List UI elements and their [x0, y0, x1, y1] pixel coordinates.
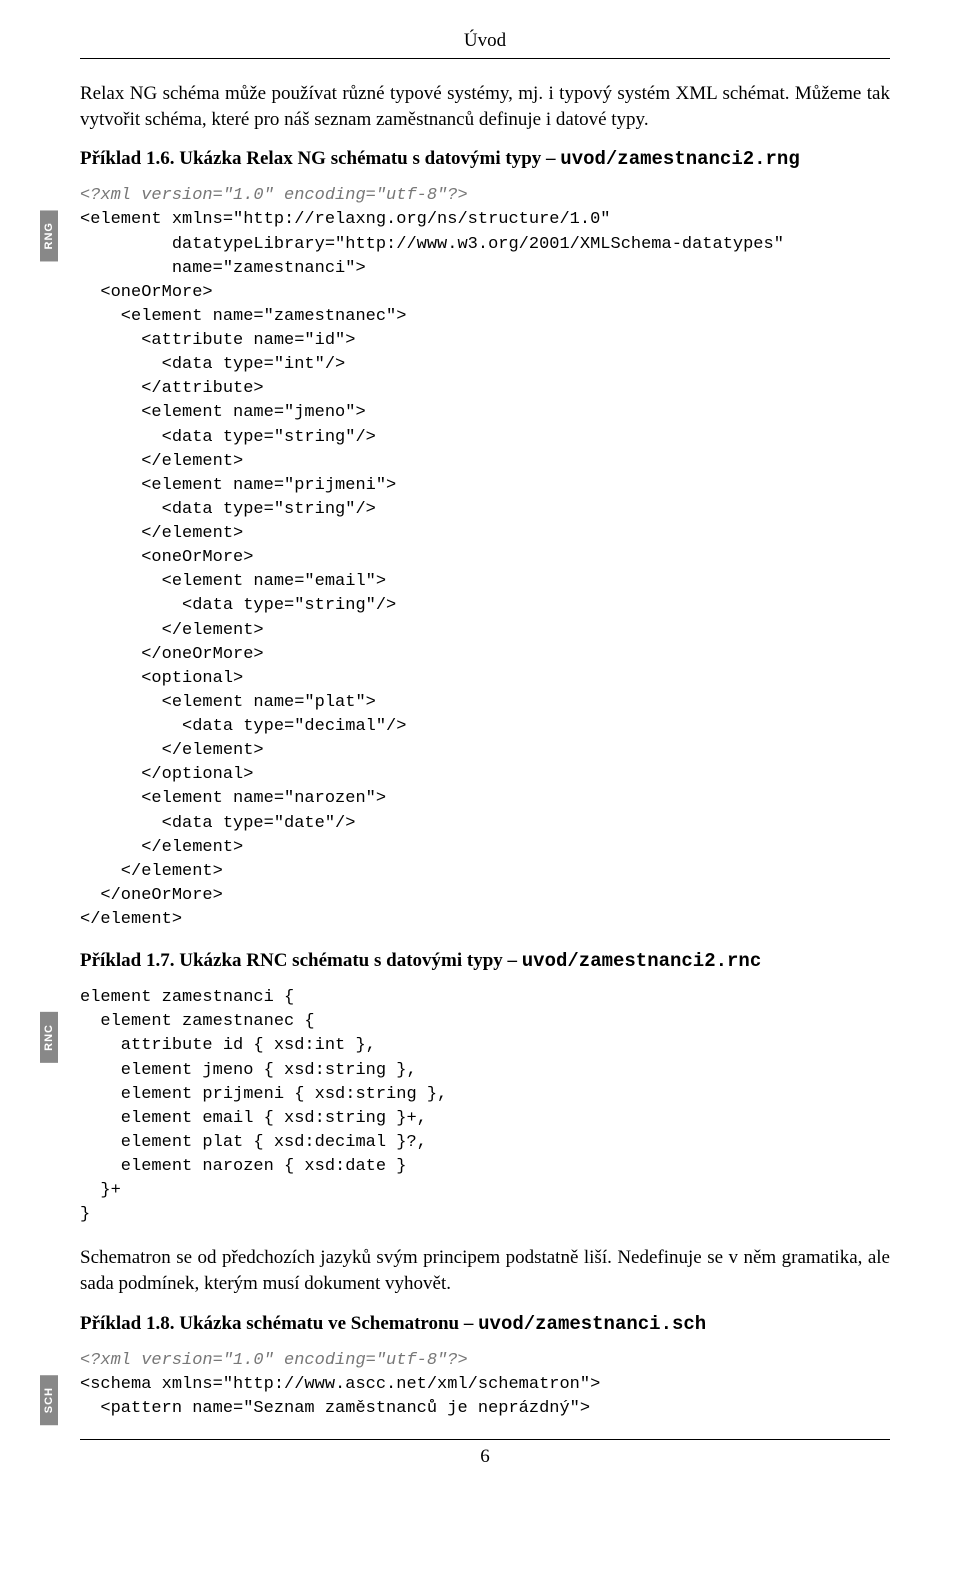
- example-3-heading-text: Příklad 1.8. Ukázka schématu ve Schematr…: [80, 1313, 478, 1334]
- example-2-codeblock: RNC element zamestnanci { element zamest…: [80, 986, 890, 1227]
- example-1-code: <?xml version="1.0" encoding="utf-8"?> <…: [80, 184, 890, 932]
- example-2-heading: Příklad 1.7. Ukázka RNC schématu s datov…: [80, 950, 890, 972]
- example-1-heading-text: Příklad 1.6. Ukázka Relax NG schématu s …: [80, 148, 560, 169]
- example-2-heading-text: Příklad 1.7. Ukázka RNC schématu s datov…: [80, 950, 522, 971]
- example-1-heading: Příklad 1.6. Ukázka Relax NG schématu s …: [80, 148, 890, 170]
- example-3-codeblock: SCH <?xml version="1.0" encoding="utf-8"…: [80, 1349, 890, 1421]
- example-2-code-body: element zamestnanci { element zamestnane…: [80, 988, 447, 1224]
- example-3-code-body: <schema xmlns="http://www.ascc.net/xml/s…: [80, 1375, 600, 1418]
- example-1-heading-file: uvod/zamestnanci2.rng: [560, 148, 799, 170]
- intro-paragraph: Relax NG schéma může používat různé typo…: [80, 81, 890, 132]
- example-1-codeblock: RNG <?xml version="1.0" encoding="utf-8"…: [80, 184, 890, 932]
- footer-rule: [80, 1439, 890, 1440]
- badge-rng: RNG: [40, 210, 58, 261]
- mid-paragraph: Schematron se od předchozích jazyků svým…: [80, 1245, 890, 1296]
- header-rule: [80, 58, 890, 59]
- example-1-code-body: <element xmlns="http://relaxng.org/ns/st…: [80, 210, 784, 929]
- badge-rnc: RNC: [40, 1012, 58, 1063]
- badge-sch: SCH: [40, 1375, 58, 1425]
- xml-pi-3: <?xml version="1.0" encoding="utf-8"?>: [80, 1351, 468, 1370]
- example-3-heading-file: uvod/zamestnanci.sch: [478, 1313, 706, 1335]
- example-2-code: element zamestnanci { element zamestnane…: [80, 986, 890, 1227]
- page-number: 6: [80, 1446, 890, 1468]
- example-2-heading-file: uvod/zamestnanci2.rnc: [522, 950, 761, 972]
- example-3-code: <?xml version="1.0" encoding="utf-8"?> <…: [80, 1349, 890, 1421]
- document-page: Úvod Relax NG schéma může používat různé…: [0, 0, 960, 1498]
- xml-pi: <?xml version="1.0" encoding="utf-8"?>: [80, 186, 468, 205]
- page-header-title: Úvod: [80, 30, 890, 52]
- example-3-heading: Příklad 1.8. Ukázka schématu ve Schematr…: [80, 1313, 890, 1335]
